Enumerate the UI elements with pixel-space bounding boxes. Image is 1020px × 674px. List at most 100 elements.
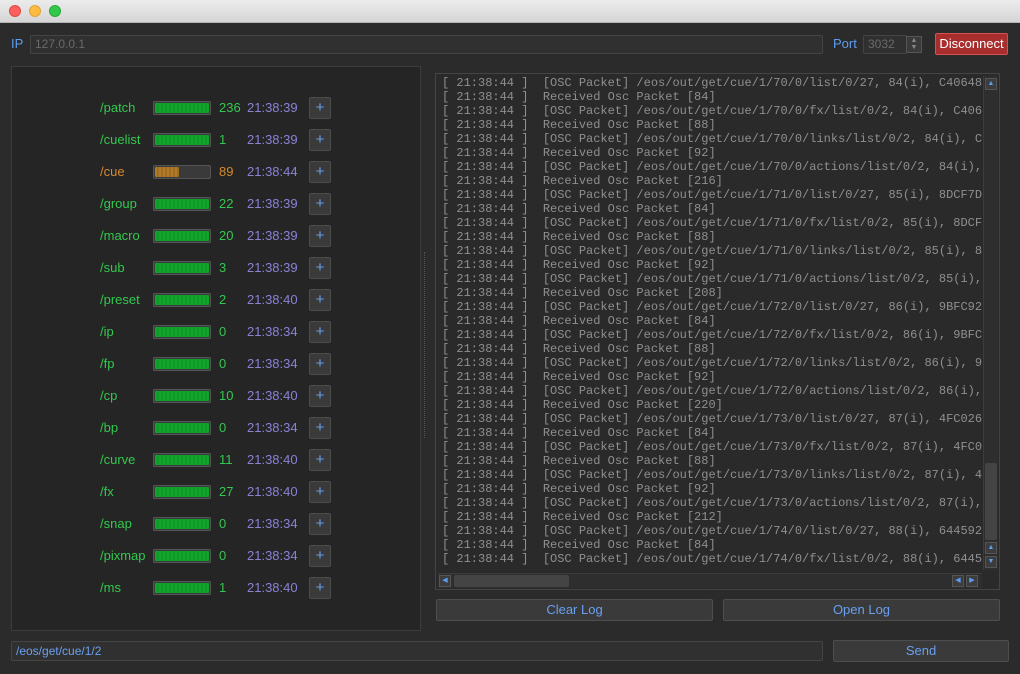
log-line: [ 21:38:44 ] [OSC Packet] /eos/out/get/c…: [442, 328, 982, 342]
channel-panel: /patch 236 21:38:39 +/cuelist 1 21:38:39 +/cue…: [11, 66, 421, 631]
log-line: [ 21:38:44 ] [OSC Packet] /eos/out/get/c…: [442, 160, 982, 174]
packet-count: 1: [219, 580, 227, 595]
add-channel-button[interactable]: +: [309, 545, 331, 567]
packet-count: 0: [219, 420, 227, 435]
add-channel-button[interactable]: +: [309, 353, 331, 375]
add-channel-button[interactable]: +: [309, 513, 331, 535]
channel-row: /snap 0 21:38:34 +: [12, 513, 420, 535]
last-update-time: 21:38:39: [247, 132, 298, 147]
log-line: [ 21:38:44 ] Received Osc Packet [88]: [442, 454, 716, 468]
horizontal-scrollbar[interactable]: ◀ ◀ ▶: [438, 573, 982, 588]
add-channel-button[interactable]: +: [309, 161, 331, 183]
last-update-time: 21:38:39: [247, 100, 298, 115]
send-button[interactable]: Send: [833, 640, 1009, 662]
add-channel-button[interactable]: +: [309, 129, 331, 151]
log-line: [ 21:38:44 ] Received Osc Packet [84]: [442, 314, 716, 328]
add-channel-button[interactable]: +: [309, 257, 331, 279]
ip-input[interactable]: 127.0.0.1: [30, 35, 823, 54]
last-update-time: 21:38:39: [247, 196, 298, 211]
activity-meter-fill: [155, 391, 209, 401]
zoom-window-button[interactable]: [49, 5, 61, 17]
activity-meter-fill: [155, 551, 209, 561]
channel-row: /ip 0 21:38:34 +: [12, 321, 420, 343]
activity-meter-fill: [155, 455, 209, 465]
port-label: Port: [833, 36, 857, 51]
add-channel-button[interactable]: +: [309, 417, 331, 439]
log-line: [ 21:38:44 ] Received Osc Packet [88]: [442, 230, 716, 244]
last-update-time: 21:38:40: [247, 484, 298, 499]
add-channel-button[interactable]: +: [309, 193, 331, 215]
log-line: [ 21:38:44 ] Received Osc Packet [84]: [442, 538, 716, 552]
channel-row: /cuelist 1 21:38:39 +: [12, 129, 420, 151]
add-channel-button[interactable]: +: [309, 289, 331, 311]
activity-meter: [153, 165, 211, 179]
channel-path: /fp: [100, 356, 115, 371]
log-line: [ 21:38:44 ] Received Osc Packet [92]: [442, 482, 716, 496]
packet-count: 2: [219, 292, 227, 307]
add-channel-button[interactable]: +: [309, 225, 331, 247]
add-channel-button[interactable]: +: [309, 449, 331, 471]
last-update-time: 21:38:40: [247, 292, 298, 307]
minimize-window-button[interactable]: [29, 5, 41, 17]
packet-count: 1: [219, 132, 227, 147]
scroll-up-icon[interactable]: ▲: [985, 542, 997, 554]
log-line: [ 21:38:44 ] [OSC Packet] /eos/out/get/c…: [442, 440, 982, 454]
activity-meter: [153, 453, 211, 467]
close-window-button[interactable]: [9, 5, 21, 17]
clear-log-button[interactable]: Clear Log: [436, 599, 713, 621]
log-view: [ 21:38:44 ] [OSC Packet] /eos/out/get/c…: [435, 73, 1000, 590]
open-log-button[interactable]: Open Log: [723, 599, 1000, 621]
scroll-up-icon[interactable]: ▲: [985, 78, 997, 90]
vertical-scrollbar[interactable]: ▲ ▲ ▼: [983, 76, 998, 570]
log-line: [ 21:38:44 ] Received Osc Packet [88]: [442, 118, 716, 132]
log-text: [ 21:38:44 ] [OSC Packet] /eos/out/get/c…: [442, 76, 982, 568]
channel-row: /cue 89 21:38:44 +: [12, 161, 420, 183]
activity-meter: [153, 197, 211, 211]
log-line: [ 21:38:44 ] [OSC Packet] /eos/out/get/c…: [442, 272, 982, 286]
activity-meter: [153, 101, 211, 115]
log-line: [ 21:38:44 ] [OSC Packet] /eos/out/get/c…: [442, 300, 982, 314]
packet-count: 3: [219, 260, 227, 275]
disconnect-button[interactable]: Disconnect: [935, 33, 1008, 55]
activity-meter-fill: [155, 231, 209, 241]
log-line: [ 21:38:44 ] [OSC Packet] /eos/out/get/c…: [442, 412, 982, 426]
splitter-handle[interactable]: [424, 252, 427, 438]
scroll-right-icon[interactable]: ▶: [966, 575, 978, 587]
vertical-scroll-thumb[interactable]: [985, 463, 997, 540]
port-stepper[interactable]: ▲ ▼: [906, 36, 922, 53]
add-channel-button[interactable]: +: [309, 97, 331, 119]
channel-row: /preset 2 21:38:40 +: [12, 289, 420, 311]
last-update-time: 21:38:34: [247, 420, 298, 435]
channel-path: /sub: [100, 260, 125, 275]
log-line: [ 21:38:44 ] [OSC Packet] /eos/out/get/c…: [442, 76, 982, 90]
activity-meter: [153, 133, 211, 147]
log-line: [ 21:38:44 ] [OSC Packet] /eos/out/get/c…: [442, 496, 982, 510]
last-update-time: 21:38:40: [247, 580, 298, 595]
last-update-time: 21:38:39: [247, 228, 298, 243]
scroll-left-icon[interactable]: ◀: [952, 575, 964, 587]
chevron-up-icon[interactable]: ▲: [907, 37, 921, 44]
activity-meter-fill: [155, 135, 209, 145]
activity-meter: [153, 421, 211, 435]
chevron-down-icon[interactable]: ▼: [907, 44, 921, 51]
add-channel-button[interactable]: +: [309, 481, 331, 503]
channel-path: /bp: [100, 420, 119, 435]
channel-row: /macro 20 21:38:39 +: [12, 225, 420, 247]
scroll-down-icon[interactable]: ▼: [985, 556, 997, 568]
log-line: [ 21:38:44 ] [OSC Packet] /eos/out/get/c…: [442, 524, 982, 538]
log-line: [ 21:38:44 ] [OSC Packet] /eos/out/get/c…: [442, 356, 982, 370]
log-line: [ 21:38:44 ] Received Osc Packet [84]: [442, 202, 716, 216]
command-input[interactable]: /eos/get/cue/1/2: [11, 641, 823, 661]
scroll-left-icon[interactable]: ◀: [439, 575, 451, 587]
last-update-time: 21:38:39: [247, 260, 298, 275]
add-channel-button[interactable]: +: [309, 321, 331, 343]
log-line: [ 21:38:44 ] Received Osc Packet [208]: [442, 286, 723, 300]
port-input[interactable]: 3032: [863, 35, 907, 54]
horizontal-scroll-thumb[interactable]: [454, 575, 569, 587]
add-channel-button[interactable]: +: [309, 385, 331, 407]
channel-path: /cp: [100, 388, 118, 403]
add-channel-button[interactable]: +: [309, 577, 331, 599]
packet-count: 0: [219, 356, 227, 371]
channel-row: /curve 11 21:38:40 +: [12, 449, 420, 471]
activity-meter-fill: [155, 519, 209, 529]
